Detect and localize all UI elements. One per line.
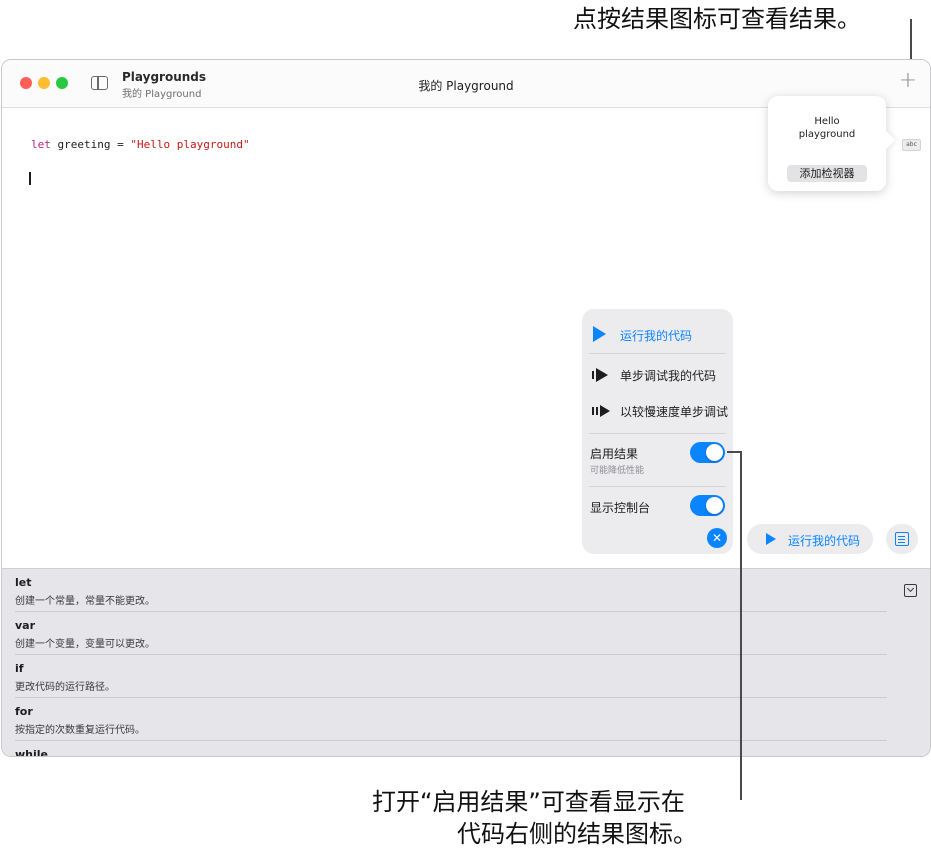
document-title: 我的 Playground — [418, 79, 514, 93]
keyword-description: 按指定的次数重复运行代码。 — [15, 725, 145, 736]
callout-bottom-line2: 代码右侧的结果图标。 — [457, 820, 697, 848]
keyword-title: let — [15, 576, 32, 589]
result-badge-icon[interactable]: abc — [902, 139, 921, 151]
console-button[interactable] — [886, 524, 918, 554]
keyword-description: 更改代码的运行路径。 — [15, 682, 115, 693]
code-string: "Hello playground" — [130, 138, 250, 151]
keyword-item[interactable]: let 创建一个常量，常量不能更改。 — [15, 569, 887, 612]
keyword-item[interactable]: for 按指定的次数重复运行代码。 — [15, 698, 887, 741]
menu-item-run[interactable]: 运行我的代码 — [582, 317, 733, 353]
keyword-item[interactable]: while — [15, 741, 887, 757]
keyword-title: if — [15, 662, 24, 675]
callout-bottom-leader — [740, 451, 742, 800]
add-viewer-button[interactable]: 添加检视器 — [787, 165, 867, 182]
close-icon[interactable]: ✕ — [707, 528, 727, 548]
show-console-toggle[interactable] — [690, 495, 725, 516]
menu-item-label: 单步调试我的代码 — [620, 369, 717, 383]
keyword-suggestions-panel: let 创建一个常量，常量不能更改。 var 创建一个变量，变量可以更改。 if… — [2, 568, 930, 757]
keyword-description: 创建一个常量，常量不能更改。 — [15, 596, 155, 607]
result-value: Hello playground — [798, 116, 856, 140]
screenshot-root: 点按结果图标可查看结果。 Playgrounds 我的 Playground 我… — [0, 0, 931, 859]
collapse-panel-icon[interactable] — [904, 584, 917, 597]
divider — [589, 353, 726, 354]
run-code-label: 运行我的代码 — [788, 534, 861, 548]
menu-item-label: 以较慢速度单步调试 — [620, 405, 729, 419]
keyword-title: while — [15, 748, 48, 757]
play-icon — [593, 326, 606, 342]
keyword-title: for — [15, 705, 33, 718]
menu-item-label: 运行我的代码 — [620, 329, 693, 343]
add-icon[interactable]: + — [898, 70, 918, 93]
result-popover: Hello playground 添加检视器 — [768, 96, 886, 191]
keyword-description: 创建一个变量，变量可以更改。 — [15, 639, 155, 650]
keyword-item[interactable]: var 创建一个变量，变量可以更改。 — [15, 612, 887, 655]
code-text: greeting = — [50, 138, 131, 151]
text-cursor — [29, 172, 31, 185]
play-icon — [766, 533, 776, 545]
show-console-label: 显示控制台 — [590, 501, 651, 515]
run-code-button[interactable]: 运行我的代码 — [747, 524, 873, 554]
menu-item-slow-step[interactable]: 以较慢速度单步调试 — [582, 393, 733, 429]
step-icon — [592, 368, 608, 382]
keyword-item[interactable]: if 更改代码的运行路径。 — [15, 655, 887, 698]
menu-item-step[interactable]: 单步调试我的代码 — [582, 357, 733, 393]
keyword-title: var — [15, 619, 36, 632]
enable-results-label: 启用结果 — [590, 447, 639, 461]
enable-results-sub: 可能降低性能 — [590, 466, 645, 476]
run-options-menu: 运行我的代码 单步调试我的代码 以较慢速度单步调试 启用结果 可能降低性能 显示… — [582, 309, 733, 554]
slow-step-icon — [592, 405, 610, 417]
callout-top: 点按结果图标可查看结果。 — [573, 5, 861, 33]
callout-bottom-line1: 打开“启用结果”可查看显示在 — [372, 788, 685, 816]
code-line-1[interactable]: let greeting = "Hello playground" — [31, 138, 250, 151]
divider — [589, 433, 726, 434]
divider — [589, 486, 726, 487]
code-keyword: let — [31, 138, 51, 151]
playground-window: Playgrounds 我的 Playground 我的 Playground … — [1, 59, 931, 757]
enable-results-toggle[interactable] — [690, 442, 725, 463]
callout-bottom-leader-tick — [727, 451, 741, 453]
console-icon — [895, 532, 909, 546]
